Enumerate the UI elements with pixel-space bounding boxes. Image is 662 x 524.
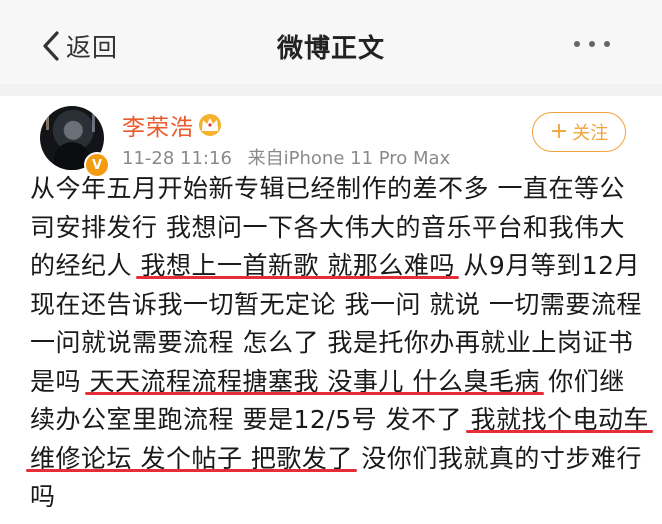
text-segment: 的经纪人 [30, 251, 141, 280]
text-segment: 没你们我就真的寸步难行 [352, 443, 642, 473]
page-title: 微博正文 [276, 34, 385, 64]
plus-icon: + [549, 119, 569, 144]
underlined-phrase: 我想上一首新歌 就那么难吗 [140, 251, 455, 280]
underlined-phrase: 维修论坛 发个帖子 把歌发了 [30, 443, 353, 473]
post-text-line: 的经纪人 我想上一首新歌 就那么难吗 从9月等到12月 [30, 247, 642, 286]
text-segment: 是吗 [30, 366, 90, 396]
follow-button[interactable]: + 关注 [532, 112, 626, 152]
text-segment: 续办公室里跑流程 要是12/5号 发不了 [30, 405, 471, 434]
post-text: 从今年五月开始新专辑已经制作的差不多 一直在等公 司安排发行 我想问一下各大伟大的… [30, 170, 649, 517]
text-segment: 吗 [30, 482, 56, 511]
post-source: 来自iPhone 11 Pro Max [247, 148, 451, 169]
text-segment: 你们继 [539, 366, 625, 396]
divider [0, 84, 662, 96]
post-meta: 11-28 11:16 来自iPhone 11 Pro Max [122, 144, 460, 170]
text-segment: 从今年五月开始新专辑已经制作的差不多 一直在等公 [30, 174, 625, 203]
post-text-line: 从今年五月开始新专辑已经制作的差不多 一直在等公 [30, 170, 642, 209]
post-text-line: 现在还告诉我一切暂无定论 我一问 就说 一切需要流程 [30, 286, 642, 325]
author-name[interactable]: 李荣浩 [122, 108, 194, 142]
crown-icon [199, 114, 221, 136]
post-text-line: 维修论坛 发个帖子 把歌发了 没你们我就真的寸步难行 [30, 440, 642, 479]
text-segment: 从9月等到12月 [454, 251, 641, 280]
post-text-line: 是吗 天天流程流程搪塞我 没事儿 什么臭毛病 你们继 [30, 363, 642, 402]
post-text-line: 续办公室里跑流程 要是12/5号 发不了 我就找个电动车 [30, 401, 649, 440]
text-segment: 一问就说需要流程 怎么了 我是托你办再就业上岗证书 [30, 328, 634, 357]
post-text-line: 司安排发行 我想问一下各大伟大的音乐平台和我伟大 [30, 209, 642, 248]
text-segment: 现在还告诉我一切暂无定论 我一问 就说 一切需要流程 [30, 289, 642, 319]
follow-label: 关注 [572, 123, 609, 144]
underlined-phrase: 天天流程流程搪塞我 没事儿 什么臭毛病 [89, 366, 540, 396]
top-nav-bar: 返回 微博正文 [0, 0, 662, 84]
text-segment: 司安排发行 我想问一下各大伟大的音乐平台和我伟大 [30, 212, 625, 242]
post-text-line: 一问就说需要流程 怎么了 我是托你办再就业上岗证书 [30, 324, 642, 363]
post-time: 11-28 11:16 [122, 148, 232, 169]
post-text-line: 吗 [30, 478, 642, 517]
underlined-phrase: 我就找个电动车 [470, 405, 649, 434]
more-dots-icon[interactable] [574, 34, 610, 54]
